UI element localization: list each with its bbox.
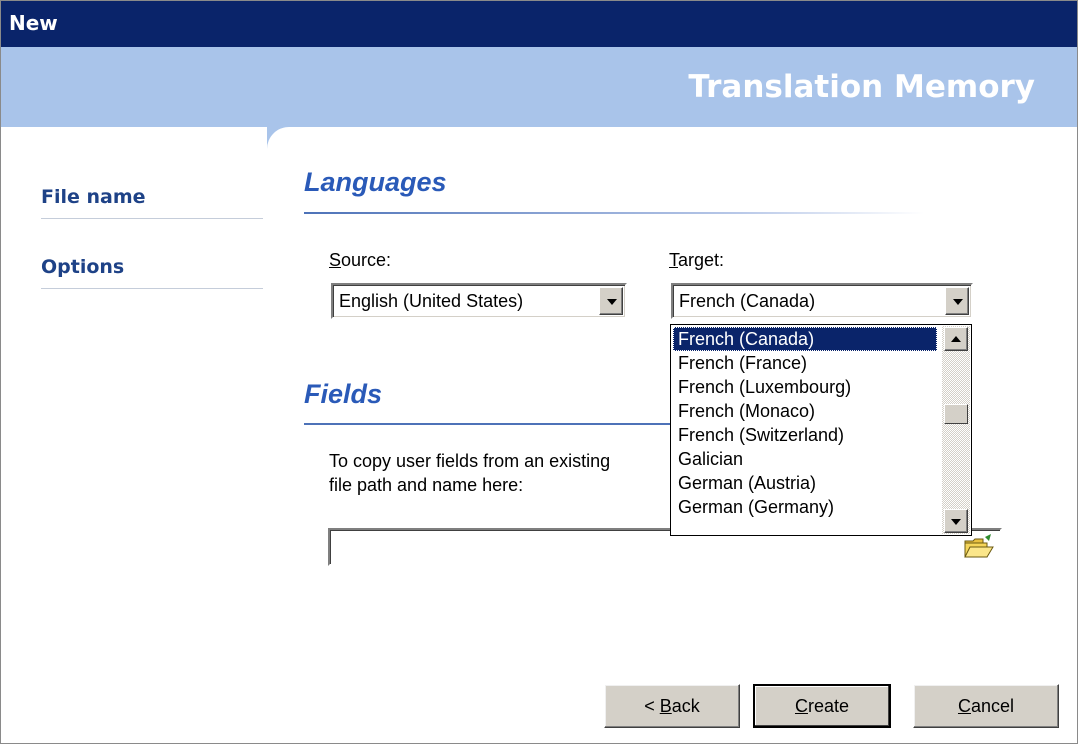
cancel-button[interactable]: Cancel bbox=[913, 684, 1059, 728]
list-item[interactable]: French (Monaco) bbox=[673, 399, 937, 423]
back-label: ack bbox=[671, 695, 700, 716]
chevron-down-icon bbox=[953, 299, 963, 305]
wizard-banner: Translation Memory bbox=[1, 47, 1077, 127]
list-item[interactable]: French (Luxembourg) bbox=[673, 375, 937, 399]
back-button[interactable]: < Back bbox=[604, 684, 740, 728]
target-language-select[interactable]: French (Canada) bbox=[671, 283, 973, 319]
list-item[interactable]: German (Germany) bbox=[673, 495, 937, 519]
source-dropdown-button[interactable] bbox=[599, 287, 623, 315]
list-item[interactable]: French (Canada) bbox=[673, 327, 937, 351]
chevron-down-icon bbox=[607, 299, 617, 305]
fields-description-line1: To copy user fields from an existing bbox=[329, 451, 611, 471]
list-item[interactable]: French (France) bbox=[673, 351, 937, 375]
chevron-up-icon bbox=[951, 336, 961, 342]
sidebar-item-label: File name bbox=[41, 186, 146, 208]
window-title: New bbox=[9, 11, 58, 35]
list-item[interactable]: Galician bbox=[673, 447, 937, 471]
source-language-value: English (United States) bbox=[339, 291, 524, 311]
source-language-select[interactable]: English (United States) bbox=[331, 283, 627, 319]
title-bar: New bbox=[1, 1, 1077, 47]
target-language-listbox[interactable]: French (Canada) French (France) French (… bbox=[670, 324, 972, 536]
back-prefix: < bbox=[644, 695, 660, 716]
scrollbar-thumb[interactable] bbox=[944, 404, 968, 424]
chevron-down-icon bbox=[951, 519, 961, 525]
target-label: Target: bbox=[669, 250, 724, 271]
create-button[interactable]: Create bbox=[753, 684, 891, 728]
source-label: Source: bbox=[329, 250, 391, 271]
fields-section-title: Fields bbox=[304, 379, 383, 409]
cancel-label: ancel bbox=[970, 695, 1015, 716]
sidebar-item-label: Options bbox=[41, 256, 125, 278]
create-mnemonic: C bbox=[794, 695, 808, 716]
new-tm-dialog: New Translation Memory File name Options… bbox=[0, 0, 1078, 744]
wizard-sidebar: File name Options bbox=[1, 127, 267, 743]
languages-section-title: Languages bbox=[304, 167, 447, 197]
target-dropdown-button[interactable] bbox=[945, 287, 969, 315]
fields-description-line2: file path and name here: bbox=[329, 475, 524, 495]
source-label-text: ource: bbox=[341, 250, 392, 270]
create-label: reate bbox=[807, 695, 850, 716]
list-item[interactable]: French (Switzerland) bbox=[673, 423, 937, 447]
listbox-scrollbar[interactable] bbox=[942, 326, 970, 534]
cancel-mnemonic: C bbox=[957, 695, 971, 716]
scroll-down-button[interactable] bbox=[944, 509, 968, 533]
back-mnemonic: B bbox=[659, 695, 672, 716]
languages-divider bbox=[304, 212, 924, 214]
scroll-up-button[interactable] bbox=[944, 327, 968, 351]
wizard-heading: Translation Memory bbox=[688, 69, 1035, 105]
source-label-mnemonic: S bbox=[329, 250, 342, 270]
target-label-text: arget: bbox=[678, 250, 725, 270]
sidebar-item-file-name[interactable]: File name bbox=[41, 177, 263, 219]
sidebar-item-options[interactable]: Options bbox=[41, 247, 263, 289]
list-item[interactable]: German (Austria) bbox=[673, 471, 937, 495]
target-language-value: French (Canada) bbox=[679, 291, 816, 311]
fields-divider bbox=[304, 423, 674, 425]
sidebar-panel: File name Options bbox=[1, 127, 267, 743]
target-label-mnemonic: T bbox=[669, 250, 678, 270]
